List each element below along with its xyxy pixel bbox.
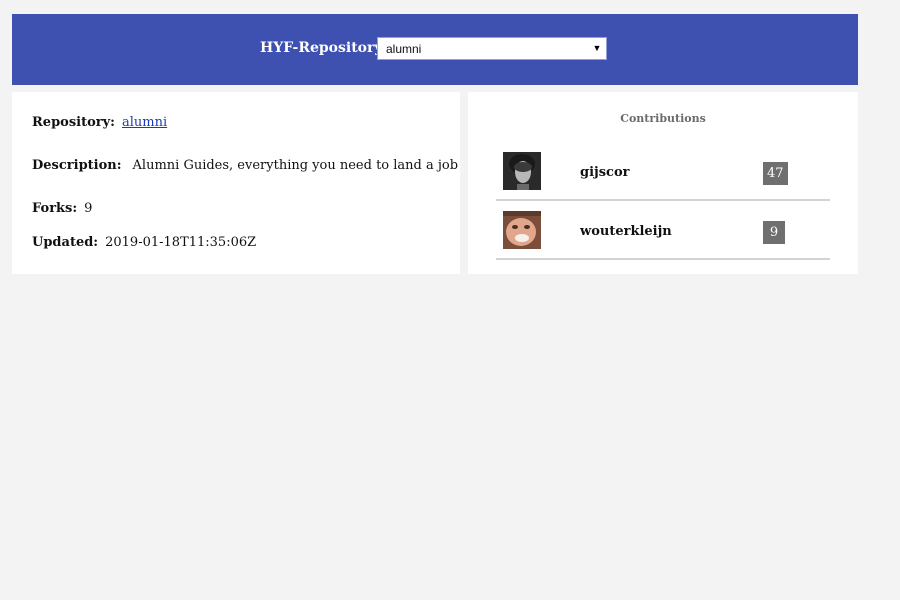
avatar-image (503, 211, 541, 249)
avatar-image (503, 152, 541, 190)
selected-repository: alumni (386, 42, 422, 56)
contributions-title: Contributions (620, 112, 706, 125)
app-header: HYF-Repository alumni ▼ (12, 14, 858, 85)
description-label: Description: (32, 158, 122, 173)
contributions-card: Contributions gijscor 47 wouterkleijn 9 (468, 92, 858, 274)
forks-row: Forks: 9 (32, 201, 92, 216)
updated-value: 2019-01-18T11:35:06Z (105, 235, 257, 250)
updated-row: Updated: 2019-01-18T11:35:06Z (32, 235, 256, 250)
contributor-login: wouterkleijn (580, 224, 672, 239)
repository-row: Repository: alumni (32, 115, 167, 130)
description-row: Description: Alumni Guides, everything yo… (32, 158, 458, 173)
avatar (503, 152, 541, 190)
repository-info-card: Repository: alumni Description: Alumni Gui… (12, 92, 460, 274)
dropdown-arrow-icon: ▼ (592, 43, 602, 53)
avatar (503, 211, 541, 249)
forks-label: Forks: (32, 201, 78, 216)
contributor-list: gijscor 47 wouterkleijn 9 (496, 142, 830, 260)
contributor-login: gijscor (580, 165, 630, 180)
contributor-item[interactable]: gijscor 47 (496, 142, 830, 201)
updated-label: Updated: (32, 235, 99, 250)
contributor-item[interactable]: wouterkleijn 9 (496, 201, 830, 260)
contribution-count-badge: 9 (763, 221, 785, 244)
contribution-count-badge: 47 (763, 162, 788, 185)
repository-label: Repository: (32, 115, 115, 130)
description-value: Alumni Guides, everything you need to la… (132, 158, 459, 173)
repository-link[interactable]: alumni (122, 115, 167, 130)
app-title: HYF-Repository (260, 40, 383, 56)
repository-select[interactable]: alumni ▼ (377, 37, 607, 60)
forks-value: 9 (84, 201, 93, 216)
